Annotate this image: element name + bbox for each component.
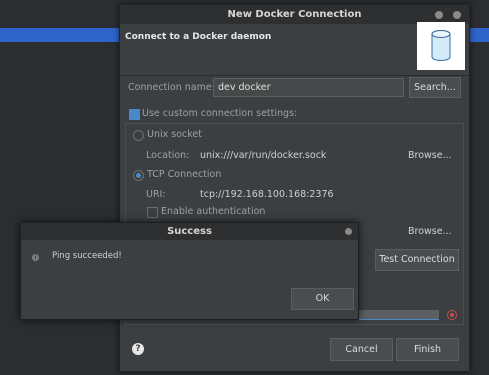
- close-button[interactable]: [453, 11, 461, 19]
- browse-socket-button[interactable]: Browse...: [408, 150, 452, 161]
- success-close-button[interactable]: [345, 228, 352, 235]
- ok-button[interactable]: OK: [291, 288, 354, 310]
- success-title: Success: [21, 223, 358, 240]
- database-icon: [431, 30, 451, 61]
- enable-authentication-checkbox[interactable]: [147, 207, 158, 218]
- error-icon: [447, 310, 457, 320]
- header-text: Connect to a Docker daemon: [125, 32, 272, 42]
- docker-logo: [417, 22, 465, 70]
- uri-value[interactable]: tcp://192.168.100.168:2376: [200, 189, 334, 200]
- connection-name-label: Connection name:: [128, 82, 215, 93]
- tcp-connection-label: TCP Connection: [147, 169, 222, 180]
- location-label: Location:: [146, 150, 190, 161]
- enable-authentication-label: Enable authentication: [161, 206, 266, 217]
- unix-socket-label: Unix socket: [147, 129, 202, 140]
- finish-button[interactable]: Finish: [396, 338, 459, 361]
- success-dialog: Success i Ping succeeded! OK: [20, 222, 359, 320]
- connection-name-input[interactable]: dev docker: [213, 78, 404, 97]
- tcp-connection-radio[interactable]: [133, 170, 144, 181]
- use-custom-settings-label: Use custom connection settings:: [142, 108, 298, 119]
- success-message: Ping succeeded!: [52, 251, 122, 261]
- browse-cert-button[interactable]: Browse...: [408, 226, 452, 237]
- info-icon: i: [32, 254, 39, 261]
- test-connection-button[interactable]: Test Connection: [375, 249, 459, 271]
- uri-label: URI:: [146, 189, 166, 200]
- help-icon[interactable]: ?: [132, 343, 144, 355]
- minimize-button[interactable]: [435, 11, 443, 19]
- unix-socket-radio[interactable]: [133, 130, 144, 141]
- use-custom-settings-checkbox[interactable]: [129, 109, 140, 120]
- cancel-button[interactable]: Cancel: [330, 338, 393, 361]
- location-value[interactable]: unix:///var/run/docker.sock: [200, 150, 326, 161]
- search-button[interactable]: Search...: [409, 77, 461, 98]
